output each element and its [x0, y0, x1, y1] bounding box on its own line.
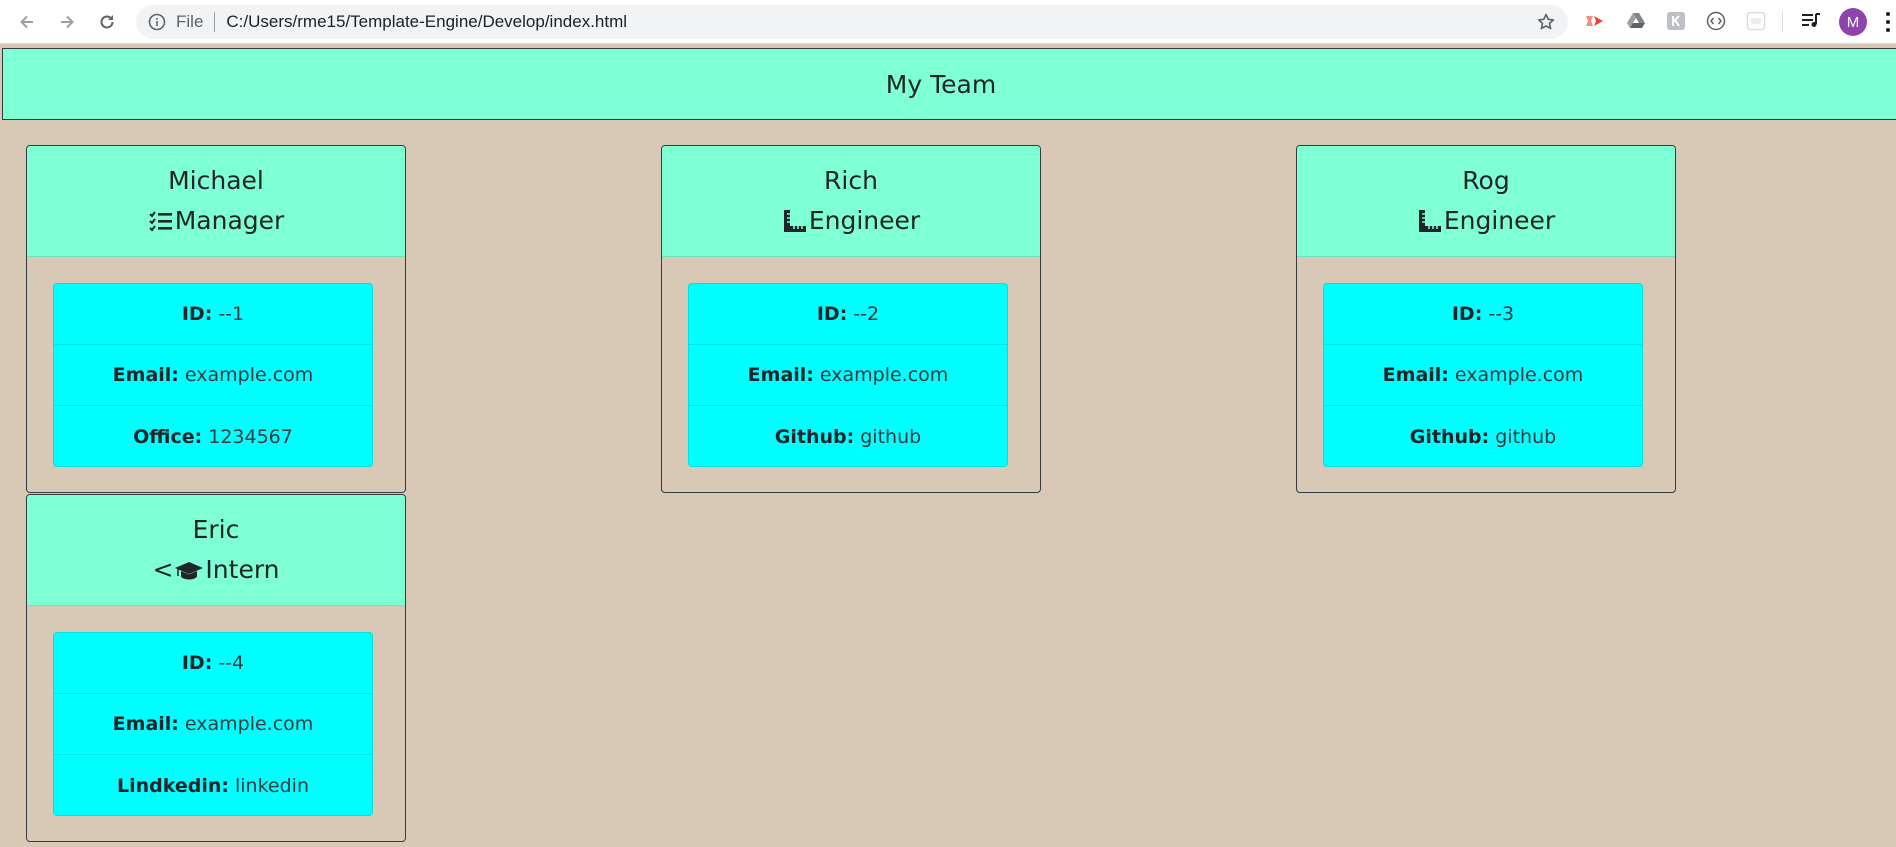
role-label: Manager [174, 206, 285, 235]
toolbar-divider [1782, 12, 1783, 32]
extension-pocket-icon[interactable] [1745, 10, 1767, 32]
card-header: Michael Manager [27, 146, 405, 257]
list-item: Email: example.com [54, 345, 372, 406]
list-item: ID: --1 [54, 284, 372, 345]
field-label: Office: [133, 425, 203, 448]
employee-name: Rog [1462, 166, 1510, 195]
field-value: 1234567 [208, 425, 293, 448]
list-item: Email: example.com [689, 345, 1007, 406]
ruler-combined-icon [1417, 208, 1443, 234]
page-title: My Team [885, 69, 997, 99]
list-item: Github: github [689, 406, 1007, 466]
graduation-cap-icon [174, 557, 204, 583]
field-label: Email: [747, 364, 814, 386]
extension-drive-icon[interactable] [1625, 10, 1647, 32]
employee-role: Engineer [782, 201, 920, 241]
field-label: Lindkedin: [117, 774, 229, 797]
field-value: --1 [218, 303, 245, 325]
url-divider [214, 12, 216, 32]
field-label: ID: [181, 303, 213, 325]
profile-avatar[interactable]: M [1839, 8, 1867, 36]
list-item: ID: --3 [1324, 284, 1642, 345]
tasks-icon [148, 208, 174, 234]
forward-arrow-icon[interactable] [52, 7, 82, 37]
field-value: --4 [218, 652, 245, 674]
employee-name: Rich [824, 166, 878, 195]
employee-details-list: ID: --4 Email: example.com Lindkedin: linke… [53, 632, 373, 816]
role-label: Engineer [1443, 206, 1556, 235]
role-prefix: < [152, 555, 174, 584]
extension-cast-icon[interactable] [1584, 10, 1606, 32]
field-label: ID: [181, 652, 213, 674]
employee-details-list: ID: --2 Email: example.com Github: github [688, 283, 1008, 467]
extension-code-icon[interactable] [1705, 10, 1727, 32]
info-icon[interactable] [148, 13, 166, 31]
field-label: ID: [1451, 303, 1483, 325]
ruler-combined-icon [782, 208, 808, 234]
field-label: Email: [112, 713, 179, 735]
employee-card-michael: Michael Manager ID: --1 Email: example.com… [26, 145, 406, 493]
employee-role: Engineer [1417, 201, 1555, 241]
employee-card-eric: Eric < Intern ID: --4 Email: example.com L… [26, 494, 406, 842]
page-header: My Team [2, 48, 1896, 120]
list-item: Office: 1234567 [54, 406, 372, 466]
list-item: ID: --4 [54, 633, 372, 694]
address-bar[interactable]: File C:/Users/rme15/Template-Engine/Deve… [136, 5, 1568, 39]
field-label: Github: [774, 425, 855, 448]
url-text[interactable]: C:/Users/rme15/Template-Engine/Develop/i… [226, 12, 627, 32]
employee-card-rog: Rog Engineer ID: --3 Email: example.com Gi… [1296, 145, 1676, 493]
employee-role: Manager [148, 201, 285, 241]
employee-details-list: ID: --1 Email: example.com Office: 1234567 [53, 283, 373, 467]
field-label: Github: [1409, 425, 1490, 448]
card-header: Rich Engineer [662, 146, 1040, 257]
field-label: Email: [1382, 364, 1449, 386]
role-label: Engineer [808, 206, 921, 235]
card-header: Rog Engineer [1297, 146, 1675, 257]
back-arrow-icon[interactable] [12, 7, 42, 37]
field-value: --3 [1488, 303, 1515, 325]
field-value: example.com [1454, 364, 1584, 386]
media-queue-icon[interactable] [1800, 10, 1822, 32]
url-scheme: File [176, 12, 204, 31]
employee-name: Eric [192, 515, 240, 544]
chrome-menu-icon[interactable] [1884, 12, 1892, 34]
list-item: ID: --2 [689, 284, 1007, 345]
bookmark-star-icon[interactable] [1536, 12, 1556, 32]
employee-details-list: ID: --3 Email: example.com Github: github [1323, 283, 1643, 467]
list-item: Github: github [1324, 406, 1642, 466]
field-value: example.com [184, 713, 314, 735]
field-value: example.com [184, 364, 314, 386]
field-value: github [1495, 425, 1557, 448]
field-label: Email: [112, 364, 179, 386]
card-header: Eric < Intern [27, 495, 405, 606]
extension-k-icon[interactable] [1665, 10, 1687, 32]
list-item: Lindkedin: linkedin [54, 755, 372, 815]
list-item: Email: example.com [54, 694, 372, 755]
reload-icon[interactable] [92, 7, 122, 37]
employee-name: Michael [168, 166, 264, 195]
field-value: linkedin [235, 774, 309, 797]
browser-toolbar: File C:/Users/rme15/Template-Engine/Deve… [0, 0, 1896, 44]
list-item: Email: example.com [1324, 345, 1642, 406]
field-value: example.com [819, 364, 949, 386]
field-value: --2 [853, 303, 880, 325]
field-value: github [860, 425, 922, 448]
employee-card-rich: Rich Engineer ID: --2 Email: example.com G… [661, 145, 1041, 493]
role-label: Intern [205, 555, 280, 584]
employee-role: < Intern [152, 550, 279, 590]
field-label: ID: [816, 303, 848, 325]
